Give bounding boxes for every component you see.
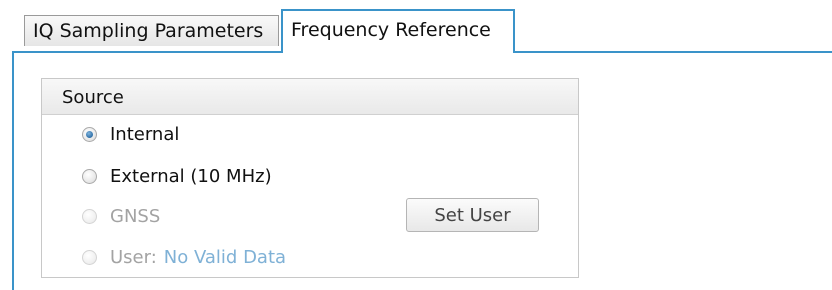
source-group-header: Source bbox=[42, 79, 578, 115]
radio-internal-indicator[interactable] bbox=[82, 126, 97, 142]
radio-gnss-label: GNSS bbox=[110, 205, 161, 227]
radio-external-10mhz-indicator[interactable] bbox=[82, 168, 97, 184]
radio-external-10mhz[interactable]: External (10 MHz) bbox=[82, 163, 272, 189]
tab-iq-sampling-parameters-label: IQ Sampling Parameters bbox=[33, 19, 264, 42]
radio-user-label: User: bbox=[110, 246, 157, 268]
source-group-title: Source bbox=[62, 87, 124, 108]
tab-iq-sampling-parameters[interactable]: IQ Sampling Parameters bbox=[24, 15, 279, 46]
radio-internal-label: Internal bbox=[110, 123, 180, 145]
radio-gnss-indicator[interactable] bbox=[82, 208, 97, 224]
radio-user-indicator[interactable] bbox=[82, 249, 97, 265]
tab-frequency-reference[interactable]: Frequency Reference bbox=[281, 9, 515, 53]
radio-external-10mhz-label: External (10 MHz) bbox=[110, 165, 272, 187]
tab-content-border-left bbox=[12, 51, 14, 290]
user-value-text: No Valid Data bbox=[163, 246, 287, 268]
tab-frequency-reference-label: Frequency Reference bbox=[291, 19, 491, 41]
radio-user[interactable]: User: No Valid Data bbox=[82, 244, 286, 270]
frequency-reference-panel: IQ Sampling Parameters Frequency Referen… bbox=[0, 0, 832, 290]
radio-gnss[interactable]: GNSS bbox=[82, 203, 160, 229]
set-user-button[interactable]: Set User bbox=[406, 198, 539, 232]
radio-internal[interactable]: Internal bbox=[82, 121, 179, 147]
